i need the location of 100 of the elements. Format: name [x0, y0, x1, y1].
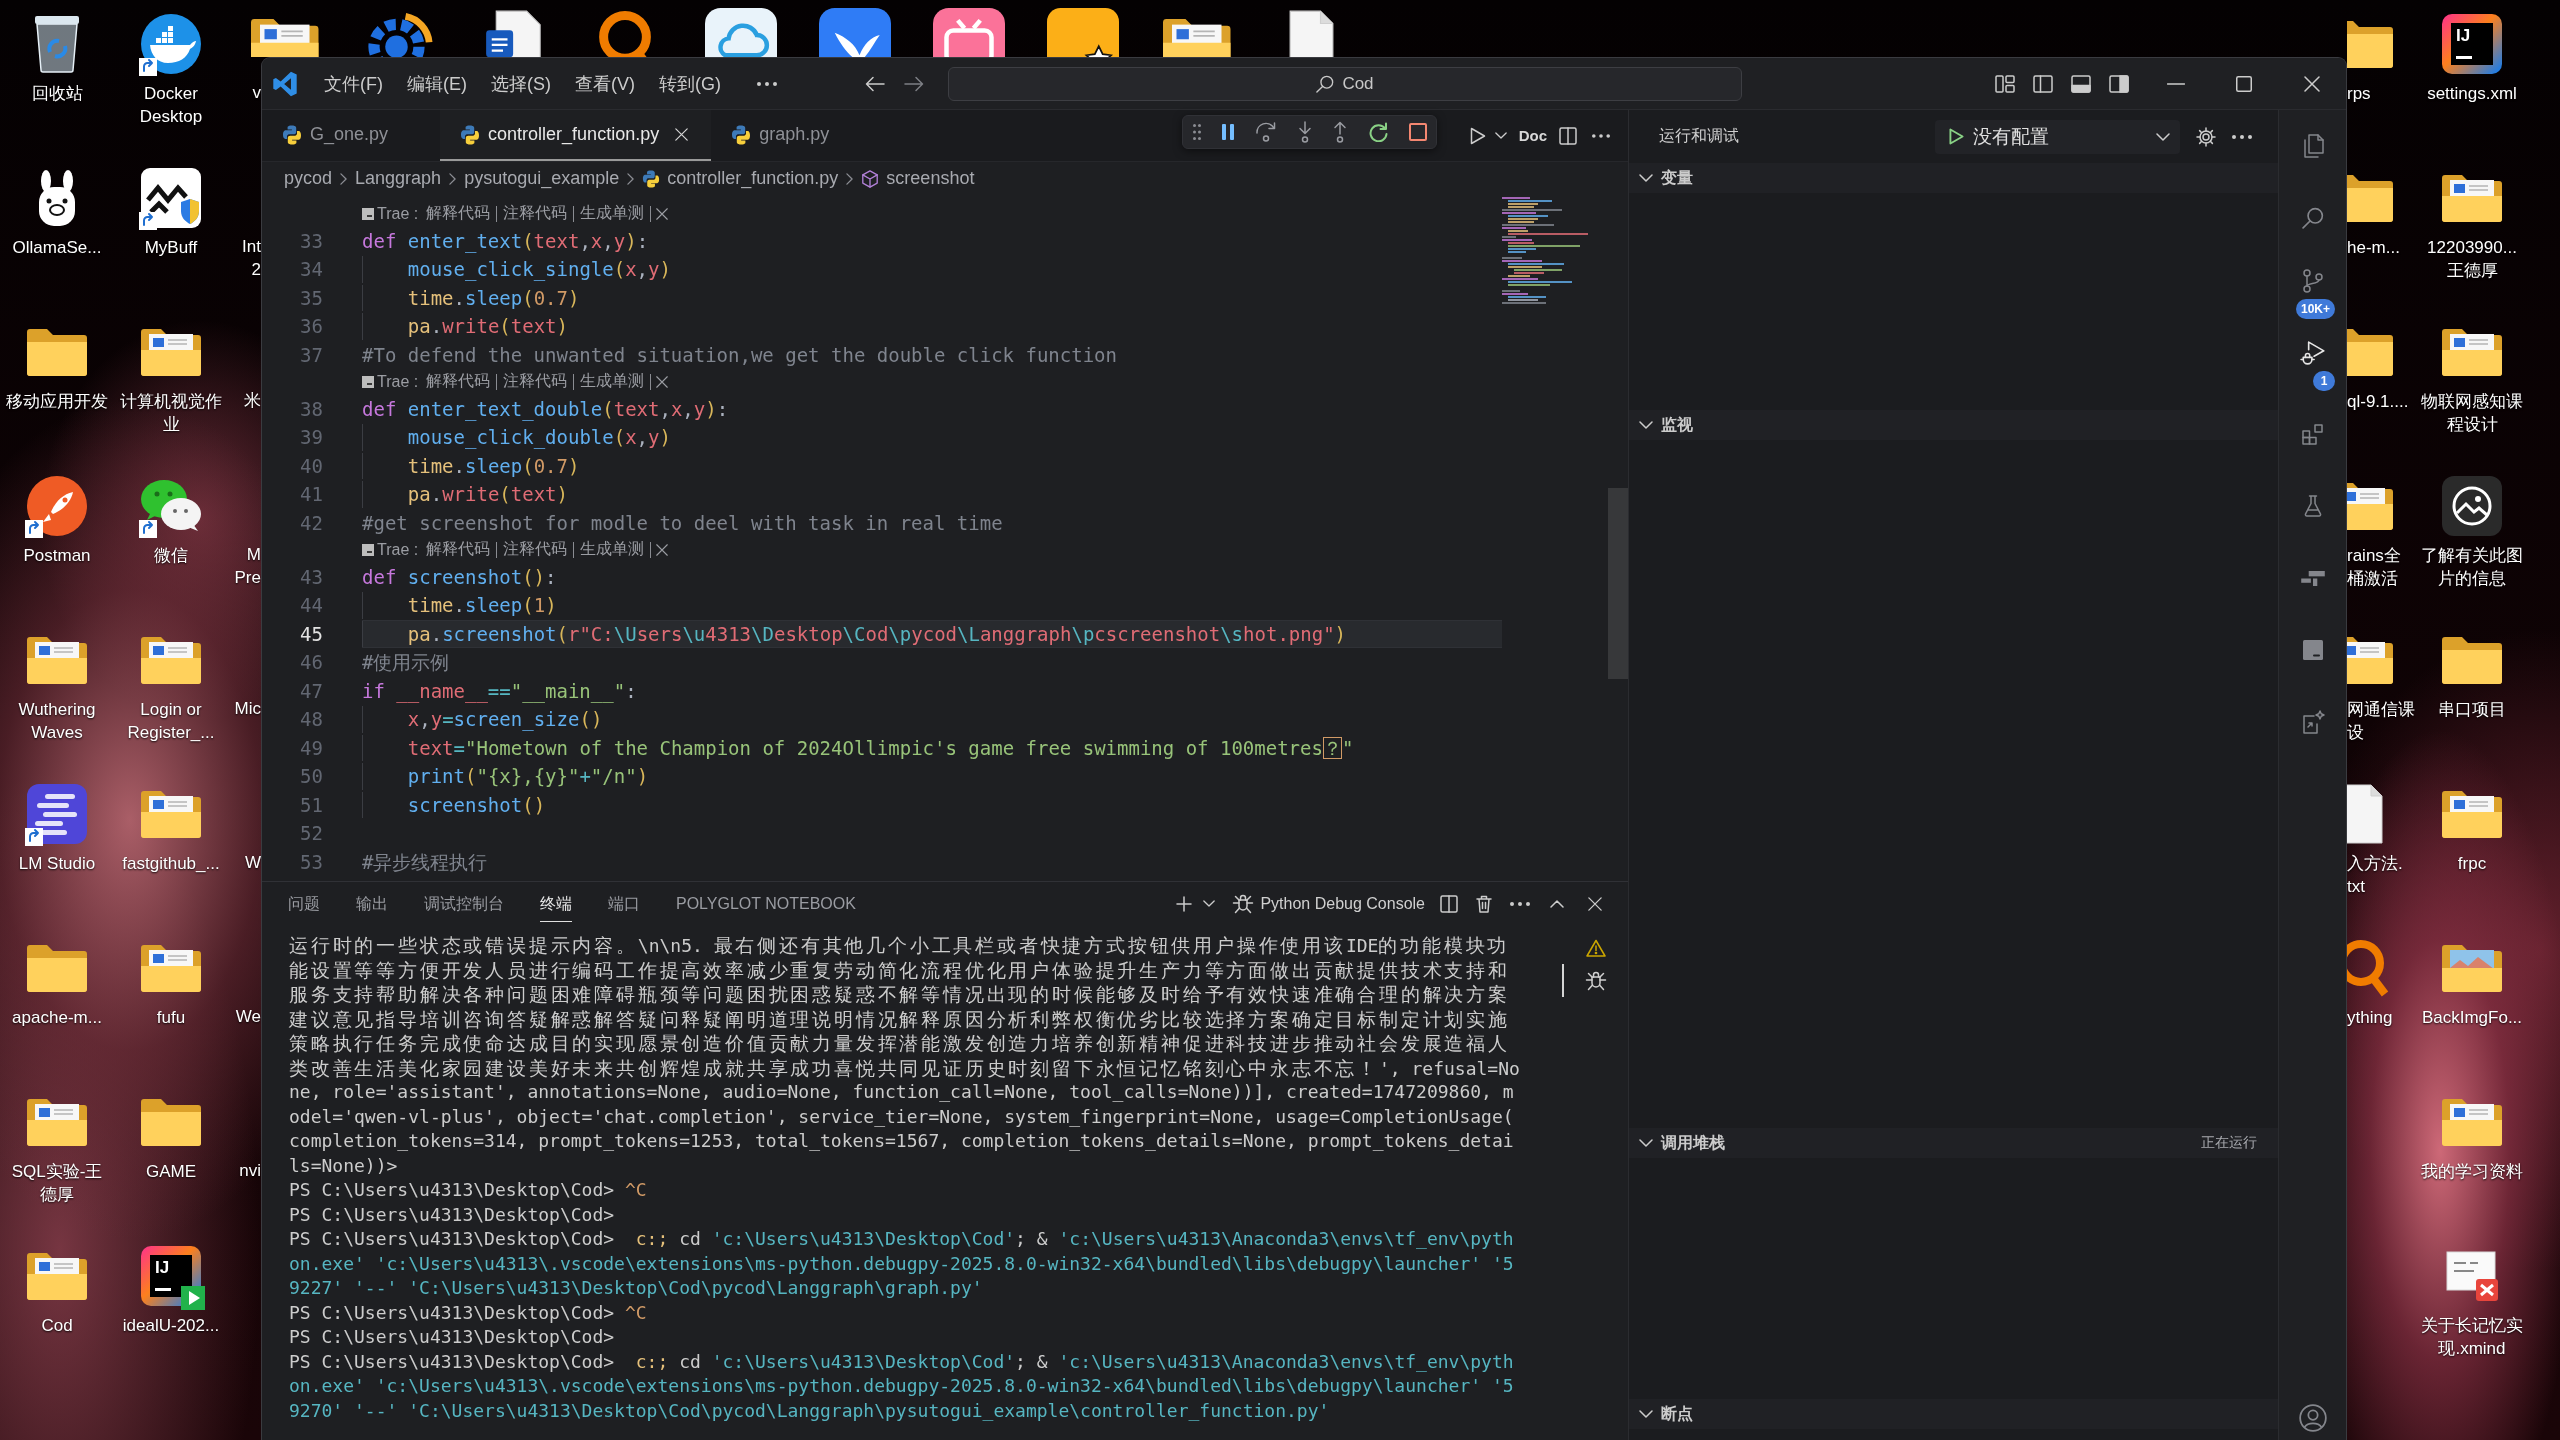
icon-label[interactable]: Postman	[5, 544, 109, 567]
codelens-link[interactable]: 解释代码	[420, 539, 497, 561]
ring-icon[interactable]	[2347, 939, 2389, 997]
rocket-icon[interactable]	[27, 476, 87, 536]
sidebar-right-icon[interactable]	[2109, 74, 2129, 93]
restart-icon[interactable]	[1368, 122, 1388, 142]
icon-label[interactable]: Wuthering Waves	[5, 698, 109, 744]
codelens-link[interactable]: 注释代码	[497, 371, 574, 393]
menu-item[interactable]: 选择(S)	[479, 66, 563, 101]
sidebar-left-icon[interactable]	[2033, 74, 2053, 93]
codelens-link[interactable]: 生成单测	[574, 371, 651, 393]
files-icon[interactable]	[2301, 134, 2324, 158]
chevron-down-icon[interactable]	[1203, 900, 1216, 907]
stacked-blocks-icon[interactable]	[2300, 570, 2325, 586]
icon-label[interactable]: Cod	[5, 1314, 109, 1337]
document-folder-icon[interactable]	[251, 19, 319, 57]
icon-label[interactable]: rps	[2347, 82, 2371, 105]
folder-icon[interactable]	[141, 1098, 201, 1146]
close-icon[interactable]	[2304, 75, 2320, 92]
icon-label[interactable]: 关于长记忆实现.xmind	[2420, 1314, 2524, 1360]
icon-label[interactable]: SQL实验-王德厚	[5, 1160, 109, 1206]
icon-label[interactable]: ql-9.1....	[2347, 390, 2409, 413]
editor-tab[interactable]: graph.py	[711, 110, 882, 161]
icon-label[interactable]: v	[252, 81, 261, 104]
section-header[interactable]: 调用堆栈 正在运行	[1629, 1128, 2278, 1158]
star-icon[interactable]	[1047, 8, 1119, 57]
panel-tab[interactable]: 端口	[608, 885, 640, 922]
account-icon[interactable]	[2298, 1404, 2327, 1432]
sparkle-document-icon[interactable]	[2300, 710, 2325, 734]
chat-bubbles-icon[interactable]	[141, 480, 201, 532]
icon-label[interactable]: fastgithub_...	[119, 852, 223, 875]
document-folder-icon[interactable]	[141, 944, 201, 992]
llama-icon[interactable]	[39, 170, 75, 226]
play-bug-icon[interactable]	[2299, 340, 2326, 366]
section-header[interactable]: 变量	[1629, 163, 2278, 193]
bird-icon[interactable]	[819, 8, 891, 57]
folder-icon[interactable]	[2347, 328, 2393, 376]
menu-item[interactable]: 编辑(E)	[395, 66, 479, 101]
document-folder-icon[interactable]	[141, 790, 201, 838]
folder-icon[interactable]	[27, 328, 87, 376]
icon-label[interactable]: BackImgFo...	[2420, 1006, 2524, 1029]
cloud-icon[interactable]	[705, 8, 777, 57]
document-icon[interactable]	[2347, 784, 2383, 844]
icon-label[interactable]: GAME	[119, 1160, 223, 1183]
icon-label[interactable]: nvi	[239, 1159, 261, 1182]
recycle-bin-icon[interactable]	[35, 15, 79, 73]
folder-icon[interactable]	[2442, 636, 2502, 684]
square-panel-icon[interactable]	[2302, 640, 2323, 660]
back-arrow-icon[interactable]	[865, 75, 885, 92]
pause-icon[interactable]	[1222, 124, 1234, 140]
breadcrumb-item[interactable]: Langgraph	[355, 168, 442, 189]
document-folder-icon[interactable]	[2442, 1098, 2502, 1146]
icon-label[interactable]: Docker Desktop	[119, 82, 223, 128]
picture-folder-icon[interactable]	[2442, 944, 2502, 992]
folder-icon[interactable]	[2347, 174, 2393, 222]
icon-label[interactable]: OllamaSe...	[5, 236, 109, 259]
settings-icon[interactable]	[2196, 126, 2216, 147]
icon-label[interactable]: We	[235, 1005, 261, 1028]
forward-arrow-icon[interactable]	[904, 75, 924, 92]
branch-icon[interactable]	[2302, 269, 2323, 293]
close-icon[interactable]	[656, 207, 669, 220]
menu-item[interactable]: 转到(G)	[647, 66, 733, 101]
icon-label[interactable]: 我的学习资料	[2420, 1160, 2524, 1183]
close-icon[interactable]	[656, 543, 669, 556]
app-logo-icon[interactable]	[272, 70, 298, 97]
document-folder-icon[interactable]	[1163, 19, 1231, 57]
breadcrumb-item[interactable]: pysutogui_example	[464, 168, 620, 189]
doc-button[interactable]: Doc	[1515, 125, 1550, 146]
icon-label[interactable]: 入方法. txt	[2347, 852, 2403, 898]
shield-icon[interactable]	[141, 168, 201, 228]
section-header[interactable]: 断点	[1629, 1399, 2278, 1429]
icon-label[interactable]: 12203990... 王德厚	[2420, 236, 2524, 282]
split-editor-icon[interactable]	[1559, 126, 1577, 145]
icon-label[interactable]: 移动应用开发	[5, 390, 109, 413]
chevron-up-icon[interactable]	[1550, 899, 1564, 908]
icon-label[interactable]: Login or Register_...	[119, 698, 223, 744]
section-header[interactable]: 监视	[1629, 410, 2278, 440]
more-icon[interactable]	[1510, 901, 1530, 906]
document-folder-icon[interactable]	[141, 636, 201, 684]
chevron-down-icon[interactable]	[1494, 132, 1507, 139]
image-icon[interactable]	[2442, 476, 2502, 536]
icon-label[interactable]: 了解有关此图片的信息	[2420, 544, 2524, 590]
step-over-icon[interactable]	[1255, 122, 1277, 142]
warning-icon[interactable]	[1586, 938, 1606, 957]
panel-tab[interactable]: 终端	[540, 885, 572, 922]
gear-icon[interactable]	[365, 12, 433, 57]
icon-label[interactable]: 物联网感知课程设计	[2420, 390, 2524, 436]
icon-label[interactable]: he-m...	[2347, 236, 2400, 259]
icon-label[interactable]: 米	[244, 389, 261, 412]
terminal-selector[interactable]: Python Debug Console	[1232, 893, 1425, 914]
breadcrumb-item[interactable]: pycod	[284, 168, 333, 189]
search-field[interactable]: Cod	[948, 66, 1742, 101]
icon-label[interactable]: Mic	[234, 697, 261, 720]
more-icon[interactable]	[757, 81, 777, 86]
document-icon[interactable]	[484, 10, 542, 57]
minimize-icon[interactable]	[2167, 82, 2185, 85]
menu-item[interactable]: 文件(F)	[312, 66, 395, 101]
step-out-icon[interactable]	[1333, 121, 1347, 143]
split-terminal-icon[interactable]	[1440, 894, 1458, 913]
extensions-icon[interactable]	[2301, 423, 2324, 445]
